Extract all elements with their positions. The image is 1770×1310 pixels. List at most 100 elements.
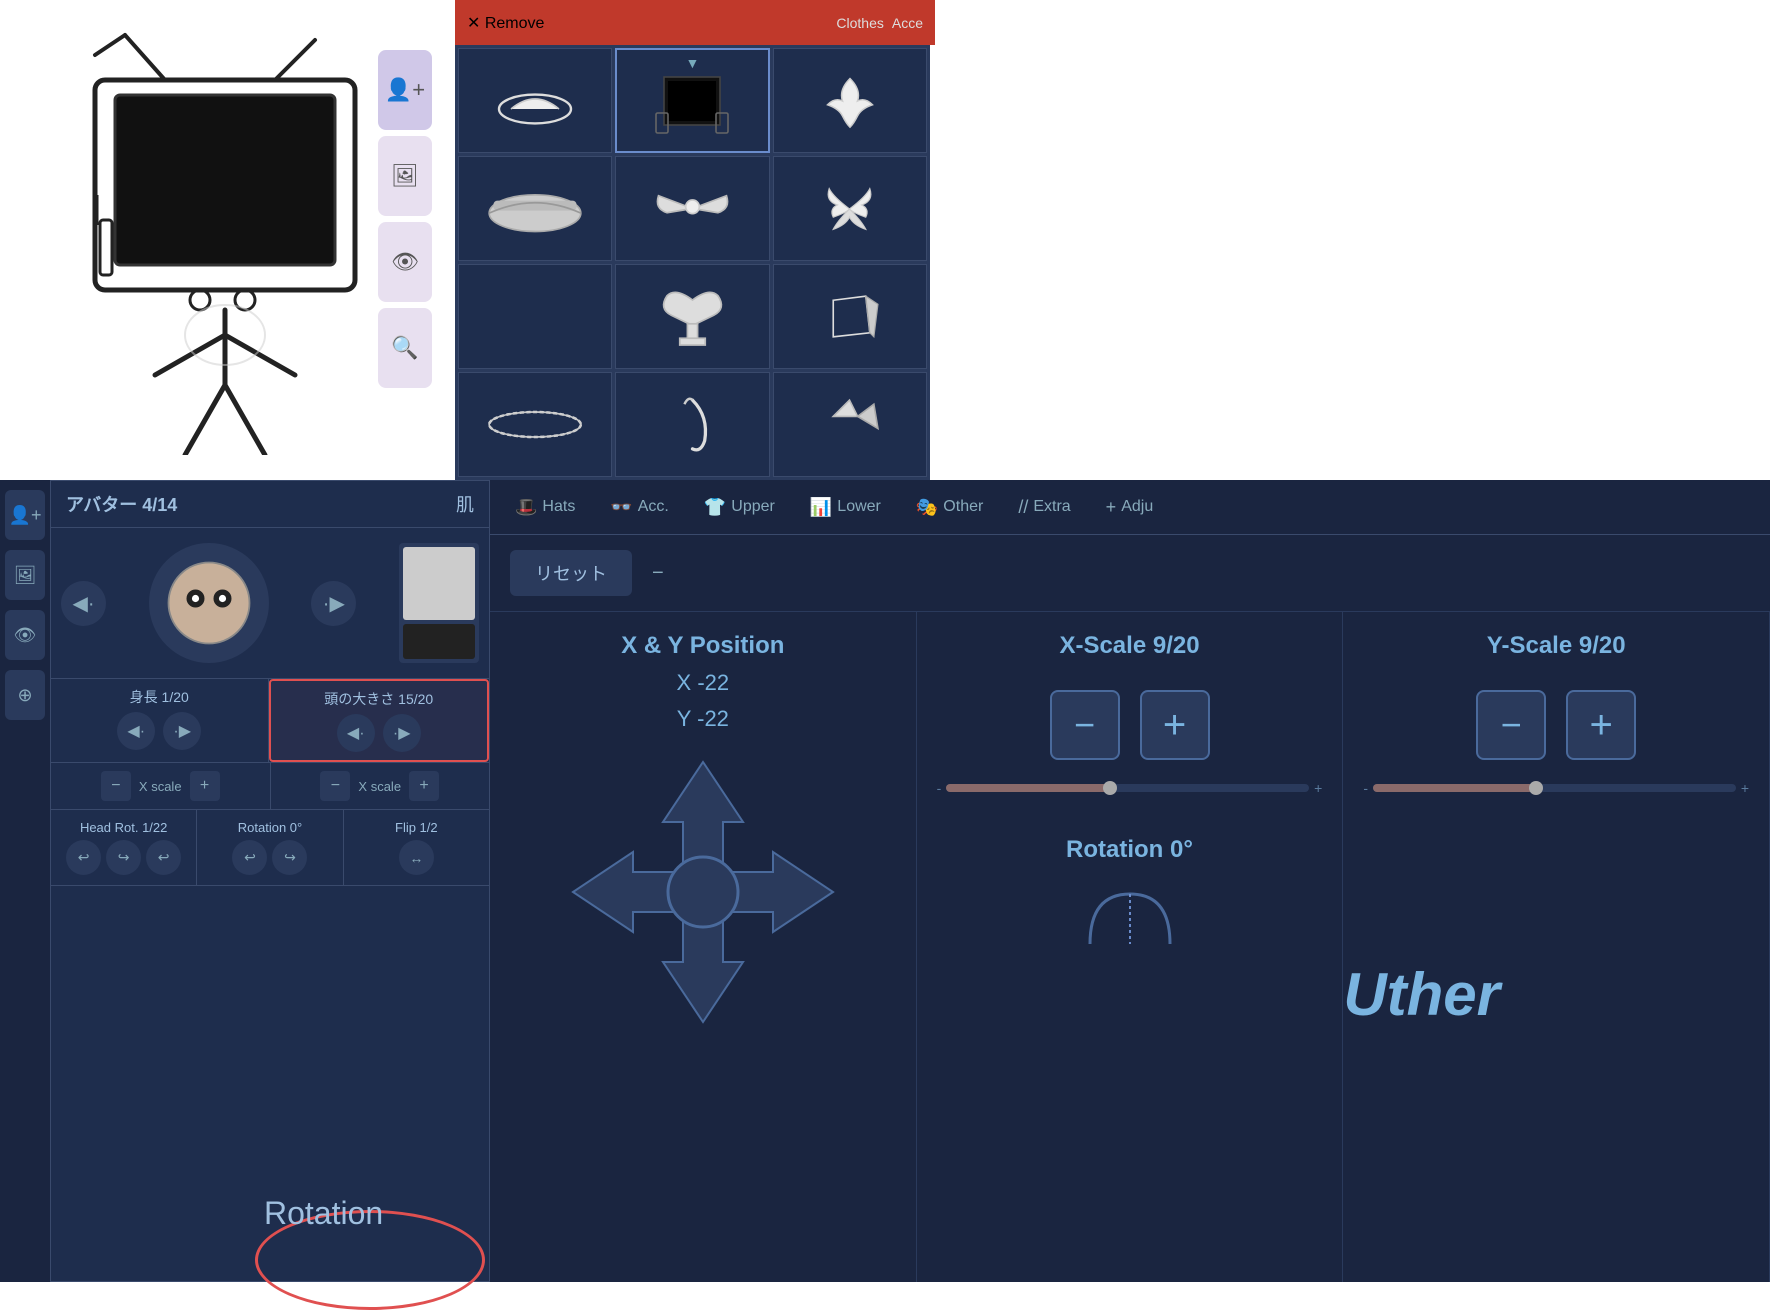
y-slider-plus: + [1741, 780, 1749, 796]
xy-panel: X & Y Position X -22 Y -22 [490, 612, 917, 1282]
slider-minus-label: - [937, 780, 942, 796]
x-scale-title: X-Scale 9/20 [1059, 632, 1199, 660]
reset-button[interactable]: リセット [510, 550, 632, 596]
x-scale-controls: − + [1050, 690, 1210, 760]
top-section: 👤+ 🖼 👁 🔍 ✕ Remove Clothes Acce ▼ [0, 0, 1770, 480]
avatar-prev[interactable]: ◀· [61, 581, 106, 626]
y-scale-slider[interactable] [1373, 784, 1736, 792]
tab-other-label: Other [943, 498, 983, 516]
acc-cell-5[interactable] [615, 156, 769, 261]
gallery-btn[interactable]: 🖼 [378, 136, 432, 216]
flip-arrows: ↔ [399, 840, 434, 875]
character-svg [35, 25, 415, 455]
height-arrows: ◀· ·▶ [117, 712, 201, 750]
tab-acc[interactable]: 👓 Acc. [595, 489, 684, 526]
height-prev[interactable]: ◀· [117, 712, 155, 750]
x-scale-plus[interactable]: + [1140, 690, 1210, 760]
uther-text: Uther [1343, 960, 1500, 1029]
acc-cell-12[interactable] [773, 372, 927, 477]
acc-cell-4[interactable] [458, 156, 612, 261]
head-next[interactable]: ·▶ [383, 714, 421, 752]
left-btn-2[interactable]: 🖼 [5, 550, 45, 600]
y-scale-plus[interactable]: + [1566, 690, 1636, 760]
rot-arrow-2[interactable]: ↪ [272, 840, 307, 875]
x-scale-minus[interactable]: − [1050, 690, 1120, 760]
acc-cell-9[interactable] [773, 264, 927, 369]
acc-cell-3[interactable] [773, 48, 927, 153]
head-size-label: 頭の大きさ 15/20 [324, 689, 433, 709]
head-rot-arrow-2[interactable]: ↪ [106, 840, 141, 875]
x-scale-slider-fill [946, 784, 1109, 792]
clothes-tab[interactable]: Clothes [836, 15, 883, 31]
avatar-next[interactable]: ·▶ [311, 581, 356, 626]
acc-cell-7[interactable] [458, 264, 612, 369]
head-rot-arrow-3[interactable]: ↩ [146, 840, 181, 875]
tab-adju-label: Adju [1121, 498, 1153, 516]
reset-row: リセット − [490, 535, 1770, 612]
stat-row: 身長 1/20 ◀· ·▶ 頭の大きさ 15/20 ◀· ·▶ [51, 679, 489, 763]
scale-minus-2[interactable]: − [320, 771, 350, 801]
tab-lower-label: Lower [837, 498, 881, 516]
plus-icon: + [1163, 703, 1186, 748]
left-btn-4[interactable]: ⊕ [5, 670, 45, 720]
scale-row: − X scale + − X scale + [51, 763, 489, 810]
scale-plus-2[interactable]: + [409, 771, 439, 801]
extra-icon: // [1018, 497, 1028, 518]
acc-icon: 👓 [610, 497, 632, 518]
acce-tab[interactable]: Acce [892, 15, 923, 31]
y-scale-minus[interactable]: − [1476, 690, 1546, 760]
head-prev[interactable]: ◀· [337, 714, 375, 752]
sidebar-icons: 👤+ 🖼 👁 🔍 [378, 50, 438, 388]
top-bar-tabs: Clothes Acce [836, 15, 923, 31]
tab-upper[interactable]: 👕 Upper [689, 489, 790, 526]
tab-acc-label: Acc. [638, 498, 669, 516]
head-rot-arrow-1[interactable]: ↩ [66, 840, 101, 875]
tab-extra[interactable]: // Extra [1003, 489, 1085, 526]
add-character-btn[interactable]: 👤+ [378, 50, 432, 130]
flip-arrow-1[interactable]: ↔ [399, 840, 434, 875]
acc-cell-8[interactable] [615, 264, 769, 369]
y-scale-slider-container: - + [1363, 780, 1749, 796]
x-scale-slider[interactable] [946, 784, 1309, 792]
acc-cell-10[interactable] [458, 372, 612, 477]
skin-color-top[interactable] [403, 547, 475, 620]
flip-cell: Flip 1/2 ↔ [344, 810, 489, 885]
left-sidebar-bottom: 👤+ 🖼 👁 ⊕ [0, 480, 50, 1282]
eye-btn[interactable]: 👁 [378, 222, 432, 302]
tab-hats[interactable]: 🎩 Hats [500, 489, 590, 526]
acc-cell-6[interactable] [773, 156, 927, 261]
y-scale-panel: Y-Scale 9/20 − + - + [1343, 612, 1770, 1282]
tab-lower[interactable]: 📊 Lower [795, 489, 896, 526]
remove-label: ✕ Remove [467, 13, 544, 33]
y-minus-icon: − [1501, 704, 1522, 746]
left-btn-1[interactable]: 👤+ [5, 490, 45, 540]
dash-separator: − [652, 562, 664, 585]
tab-bar: 🎩 Hats 👓 Acc. 👕 Upper 📊 Lower 🎭 Other //… [490, 480, 1770, 535]
skin-selector [399, 543, 479, 663]
head-arrows: ◀· ·▶ [337, 714, 421, 752]
scale-cell-2: − X scale + [271, 763, 490, 809]
bottom-section: 👤+ 🖼 👁 ⊕ アバター 4/14 肌 ◀· ·▶ [0, 480, 1770, 1282]
avatar-nav: ◀· ·▶ [51, 528, 489, 679]
avatar-panel: アバター 4/14 肌 ◀· ·▶ [50, 480, 490, 1282]
avatar-panel-header: アバター 4/14 肌 [51, 481, 489, 528]
acc-cell-1[interactable] [458, 48, 612, 153]
scale-plus-1[interactable]: + [190, 771, 220, 801]
adju-icon: + [1106, 497, 1117, 518]
tab-other[interactable]: 🎭 Other [901, 489, 998, 526]
scale-minus-1[interactable]: − [101, 771, 131, 801]
tab-adju[interactable]: + Adju [1091, 489, 1169, 526]
slider-plus-label: + [1314, 780, 1322, 796]
zoom-btn[interactable]: 🔍 [378, 308, 432, 388]
x-scale-slider-container: - + [937, 780, 1323, 796]
height-label: 身長 1/20 [130, 687, 189, 707]
acc-cell-2[interactable]: ▼ [615, 48, 769, 153]
controls-grid: X & Y Position X -22 Y -22 [490, 612, 1770, 1282]
skin-color-bottom[interactable] [403, 624, 475, 659]
height-next[interactable]: ·▶ [163, 712, 201, 750]
acc-cell-11[interactable] [615, 372, 769, 477]
rot-arrow-1[interactable]: ↩ [232, 840, 267, 875]
y-slider-minus: - [1363, 780, 1368, 796]
left-btn-3[interactable]: 👁 [5, 610, 45, 660]
avatar-panel-title: アバター 4/14 [66, 491, 177, 517]
